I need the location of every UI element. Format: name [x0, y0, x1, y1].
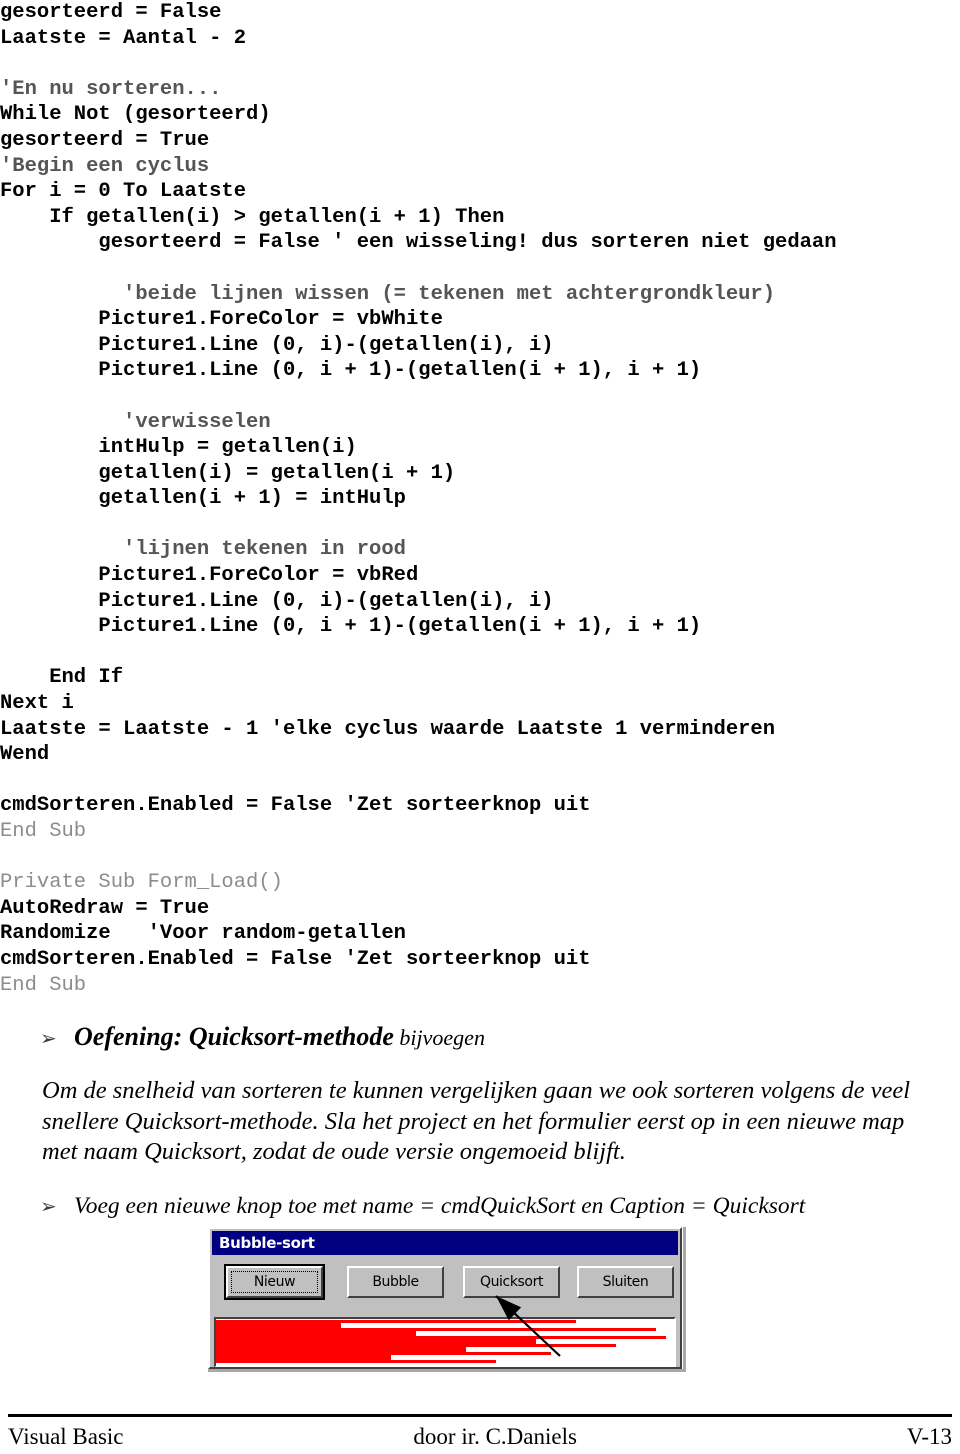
code-line: gesorteerd = True	[0, 128, 210, 152]
bubble-sort-form-screenshot: Bubble-sort Nieuw Bubble Quicksort Sluiten	[208, 1227, 686, 1372]
code-line: 'beide lijnen wissen (= tekenen met acht…	[0, 282, 776, 306]
vb-button-quicksort[interactable]: Quicksort	[463, 1266, 560, 1298]
vb-form-title: Bubble-sort	[219, 1234, 315, 1252]
arrow-bullet-icon: ➢	[40, 1026, 57, 1050]
page-footer: Visual Basic door ir. C.Daniels V-13	[8, 1424, 952, 1450]
code-line: Picture1.ForeColor = vbWhite	[0, 308, 443, 332]
code-line: cmdSorteren.Enabled = False 'Zet sorteer…	[0, 794, 591, 818]
code-line: Next i	[0, 692, 74, 716]
instruction-bullet-row: ➢ Voeg een nieuwe knop toe met name = cm…	[40, 1192, 920, 1220]
sort-bar	[216, 1360, 496, 1363]
code-line: Picture1.Line (0, i)-(getallen(i), i)	[0, 589, 554, 613]
code-line: If getallen(i) > getallen(i + 1) Then	[0, 205, 505, 229]
exercise-heading-light: bijvoegen	[393, 1025, 485, 1050]
code-line: Picture1.Line (0, i + 1)-(getallen(i + 1…	[0, 359, 702, 383]
code-line: For i = 0 To Laatste	[0, 180, 247, 204]
code-line: Private Sub Form_Load()	[0, 871, 283, 895]
code-line: 'lijnen tekenen in rood	[0, 538, 406, 562]
code-line: End If	[0, 666, 124, 690]
exercise-heading-strong: Oefening: Quicksort-methode	[74, 1022, 394, 1051]
vb-button-label: Nieuw	[253, 1274, 296, 1290]
code-line: Picture1.ForeColor = vbRed	[0, 564, 419, 588]
exercise-heading-row: ➢ Oefening: Quicksort-methode bijvoegen	[40, 1022, 740, 1053]
footer-divider	[8, 1414, 952, 1417]
footer-right-text: V-13	[906, 1424, 952, 1449]
code-line: End Sub	[0, 973, 87, 997]
vb-button-bubble[interactable]: Bubble	[347, 1266, 444, 1298]
vb-form-titlebar: Bubble-sort	[212, 1231, 678, 1255]
code-line: Laatste = Laatste - 1 'elke cyclus waard…	[0, 717, 776, 741]
code-line: AutoRedraw = True	[0, 896, 210, 920]
code-line: getallen(i + 1) = intHulp	[0, 487, 406, 511]
code-line: intHulp = getallen(i)	[0, 436, 357, 460]
code-line: End Sub	[0, 820, 87, 843]
code-line: cmdSorteren.Enabled = False 'Zet sorteer…	[0, 947, 591, 971]
vb-code-block: gesorteerd = False Laatste = Aantal - 2 '…	[0, 0, 960, 998]
code-line: Randomize 'Voor random-getallen	[0, 922, 406, 946]
vb-button-label: Quicksort	[479, 1274, 544, 1290]
code-line: 'verwisselen	[0, 410, 271, 434]
vb-button-nieuw[interactable]: Nieuw	[224, 1264, 325, 1300]
code-line: 'Begin een cyclus	[0, 154, 210, 178]
code-line: Picture1.Line (0, i)-(getallen(i), i)	[0, 333, 554, 357]
vb-button-label: Bubble	[372, 1274, 419, 1290]
vb-form-window: Bubble-sort Nieuw Bubble Quicksort Sluiten	[208, 1227, 682, 1369]
code-line: gesorteerd = False ' een wisseling! dus …	[0, 231, 837, 255]
vb-button-label: Sluiten	[602, 1274, 649, 1290]
code-line: Laatste = Aantal - 2	[0, 26, 247, 50]
footer-center-text: door ir. C.Daniels	[413, 1424, 577, 1449]
code-line: Picture1.Line (0, i + 1)-(getallen(i + 1…	[0, 615, 702, 639]
vb-picture-box	[214, 1317, 676, 1367]
instruction-bullet-text: Voeg een nieuwe knop toe met name = cmdQ…	[74, 1193, 806, 1219]
vb-button-sluiten[interactable]: Sluiten	[577, 1266, 674, 1298]
footer-left-text: Visual Basic	[8, 1424, 124, 1449]
code-line: getallen(i) = getallen(i + 1)	[0, 461, 456, 485]
vb-form-button-row: Nieuw Bubble Quicksort Sluiten	[210, 1255, 680, 1311]
body-paragraph: Om de snelheid van sorteren te kunnen ve…	[42, 1077, 911, 1165]
code-line: Wend	[0, 743, 50, 767]
code-line: While Not (gesorteerd)	[0, 103, 271, 127]
code-line: gesorteerd = False	[0, 1, 222, 24]
arrow-bullet-icon-2: ➢	[40, 1194, 57, 1218]
exercise-heading-text: Oefening: Quicksort-methode bijvoegen	[74, 1022, 485, 1053]
code-line: 'En nu sorteren...	[0, 77, 222, 101]
